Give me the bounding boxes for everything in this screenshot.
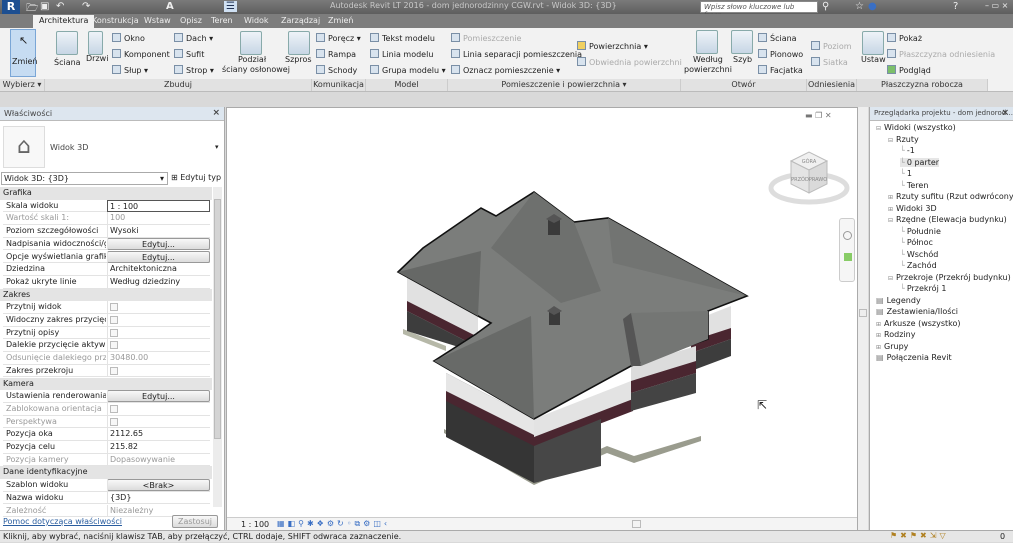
mouse-cursor: ⇱ (757, 398, 768, 412)
expand-icon[interactable]: ⊞ (876, 321, 881, 328)
expand-icon[interactable]: ⊞ (876, 344, 881, 351)
tree-line: └ (900, 238, 905, 247)
node-icon: ▤ (876, 307, 884, 316)
view-scale[interactable]: 1 : 100 (241, 520, 269, 529)
collapse-icon[interactable]: ⊟ (876, 125, 881, 132)
tree-node-label: Grupy (884, 341, 909, 351)
close-icon[interactable]: × (1001, 108, 1009, 118)
tree-node[interactable]: └ 1 (900, 169, 912, 178)
tree-node[interactable]: └ Południe (900, 227, 941, 236)
tree-node[interactable]: ⊟ Widoki (wszystko) (876, 123, 956, 132)
project-browser: Przeglądarka projektu - dom jednorod... ×… (869, 107, 1013, 530)
tree-node[interactable]: ⊟ Przekroje (Przekrój budynku) (888, 273, 1011, 282)
tree-node-label: Teren (906, 180, 929, 190)
tree-line: └ (900, 261, 905, 270)
tree-node-label: Południe (906, 226, 941, 236)
tree-node-label: Północ (906, 238, 933, 247)
collapse-icon[interactable]: ⊟ (888, 137, 893, 144)
tree-node-label: Połączenia Revit (886, 353, 952, 362)
tree-node[interactable]: ▤ Legendy (876, 296, 921, 305)
tree-node-label: 1 (906, 169, 912, 178)
tree-node[interactable]: └ Wschód (900, 250, 938, 259)
tree-node[interactable]: └ 0 parter (900, 157, 940, 167)
collapse-icon[interactable]: ⊟ (888, 217, 893, 224)
tree-node[interactable]: ⊞ Rodziny (876, 330, 915, 339)
tree-node-label: Rzędne (Elewacja budynku) (896, 215, 1007, 224)
tree-node-label: Widoki (wszystko) (884, 123, 956, 132)
tree-node[interactable]: └ Północ (900, 238, 933, 247)
tree-node-label: Zestawienia/Ilości (886, 307, 959, 316)
project-browser-header: Przeglądarka projektu - dom jednorod... × (870, 107, 1013, 121)
tree-node-label: -1 (906, 146, 915, 155)
tree-node-label: Legendy (886, 295, 921, 305)
tree-node[interactable]: └ Teren (900, 181, 928, 190)
tree-node[interactable]: ▤ Połączenia Revit (876, 353, 952, 362)
tree-line: └ (900, 146, 905, 155)
collapse-icon[interactable]: ⊟ (888, 275, 893, 282)
tree-node[interactable]: ▤ Zestawienia/Ilości (876, 307, 958, 316)
view-control-icons[interactable]: ▦◧⚲✱❖⚙↻◦⧉⚙◫‹ (277, 519, 390, 529)
tree-node[interactable]: ⊞ Rzuty sufitu (Rzut odwrócony) (888, 192, 1013, 201)
tree-node[interactable]: └ Zachód (900, 261, 937, 270)
tree-node-label: 0 parter (906, 157, 940, 167)
view-control-bar: 1 : 100 ▦◧⚲✱❖⚙↻◦⧉⚙◫‹ (227, 517, 857, 530)
tree-node[interactable]: └ Przekrój 1 (900, 284, 946, 293)
tree-node-label: Wschód (906, 249, 939, 259)
horizontal-scroll-thumb[interactable] (632, 520, 641, 528)
tree-line: └ (900, 284, 905, 293)
tree-line: └ (900, 169, 905, 178)
expand-icon[interactable]: ⊞ (888, 194, 893, 201)
tree-node[interactable]: ⊟ Rzędne (Elewacja budynku) (888, 215, 1007, 224)
tree-node-label: Przekrój 1 (906, 284, 947, 293)
3d-view-canvas[interactable]: ▬ ❐ ✕ GÓRA PRZÓD PRAWO ⇱ 1: 100 ▦◧⚲✱❖⚙↻… (226, 107, 858, 530)
tree-node[interactable]: ⊟ Rzuty (888, 135, 919, 144)
expand-icon[interactable]: ⊞ (876, 332, 881, 339)
tree-line: └ (900, 180, 905, 190)
tree-node-label: Arkusze (wszystko) (884, 318, 961, 328)
selection-filter-icons[interactable]: ⚑✖⚑✖⇲▽ (890, 531, 949, 540)
node-icon: ▤ (876, 353, 884, 362)
tree-node-label: Rzuty (896, 134, 919, 144)
tree-node-label: Zachód (906, 261, 937, 270)
tree-line: └ (900, 226, 905, 236)
view-vertical-scrollbar[interactable] (858, 107, 868, 530)
node-icon: ▤ (876, 295, 884, 305)
tree-line: └ (900, 249, 905, 259)
tree-node-label: Rzuty sufitu (Rzut odwrócony) (896, 192, 1013, 201)
status-bar: Kliknij, aby wybrać, naciśnij klawisz TA… (0, 530, 1013, 542)
filter-count: 0 (1000, 532, 1006, 541)
tree-node[interactable]: └ -1 (900, 146, 915, 155)
tree-node[interactable]: ⊞ Widoki 3D (888, 204, 937, 213)
tree-node[interactable]: ⊞ Arkusze (wszystko) (876, 319, 961, 328)
tree-node[interactable]: ⊞ Grupy (876, 342, 908, 351)
tree-line: └ (900, 157, 905, 167)
status-text: Kliknij, aby wybrać, naciśnij klawisz TA… (3, 532, 402, 541)
expand-icon[interactable]: ⊞ (888, 206, 893, 213)
tree-node-label: Rodziny (884, 330, 916, 339)
tree-node-label: Przekroje (Przekrój budynku) (896, 272, 1011, 282)
project-tree: ⊟ Widoki (wszystko) ⊟ Rzuty └ -1 └ 0 parter └ 1 └ T… (870, 123, 1013, 383)
tree-node-label: Widoki 3D (896, 203, 937, 213)
